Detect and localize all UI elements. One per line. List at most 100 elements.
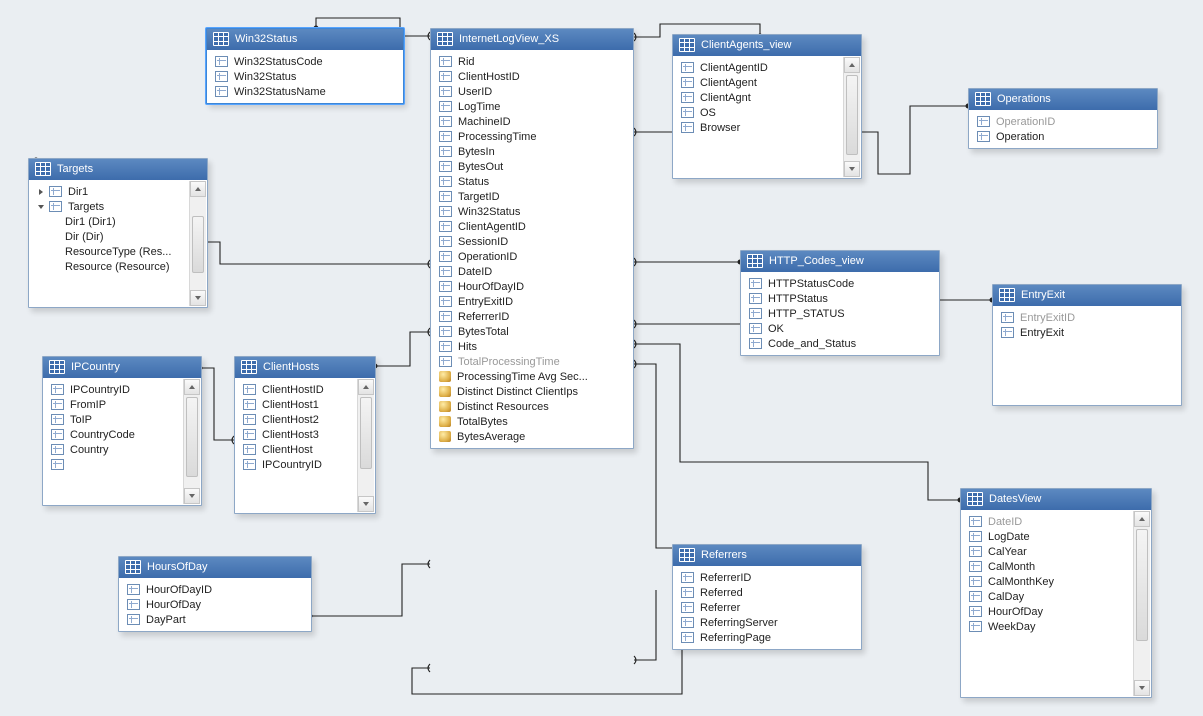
tree-item[interactable]: Dir1 [31, 184, 189, 199]
column-item[interactable]: OK [743, 321, 937, 336]
table-httpcodes[interactable]: HTTP_Codes_view HTTPStatusCodeHTTPStatus… [740, 250, 940, 356]
scrollbar[interactable] [357, 379, 374, 512]
table-clientagents[interactable]: ClientAgents_view ClientAgentIDClientAge… [672, 34, 862, 179]
column-item[interactable]: HTTPStatusCode [743, 276, 937, 291]
scroll-up-button[interactable] [358, 379, 374, 395]
column-item[interactable]: Hits [433, 339, 631, 354]
scroll-thumb[interactable] [192, 216, 204, 273]
scrollbar[interactable] [1133, 511, 1150, 696]
column-item[interactable]: OS [675, 105, 843, 120]
scroll-thumb[interactable] [846, 75, 858, 155]
column-item[interactable]: ClientHost1 [237, 397, 357, 412]
table-header[interactable]: Referrers [673, 545, 861, 566]
column-item[interactable]: LogDate [963, 529, 1133, 544]
table-header[interactable]: HTTP_Codes_view [741, 251, 939, 272]
column-item[interactable]: CountryCode [45, 427, 183, 442]
column-item[interactable]: ClientHostID [433, 69, 631, 84]
column-item[interactable]: ClientAgentID [675, 60, 843, 75]
table-header[interactable]: HoursOfDay [119, 557, 311, 578]
tree-item[interactable]: Resource (Resource) [31, 259, 189, 274]
tree-item[interactable]: Dir1 (Dir1) [31, 214, 189, 229]
column-item[interactable]: CalDay [963, 589, 1133, 604]
column-item[interactable]: Win32StatusName [209, 84, 401, 99]
column-item[interactable]: DateID [963, 514, 1133, 529]
column-item[interactable]: BytesTotal [433, 324, 631, 339]
tree-item[interactable]: Targets [31, 199, 189, 214]
column-item[interactable]: Rid [433, 54, 631, 69]
column-item[interactable]: HourOfDayID [121, 582, 309, 597]
column-item[interactable]: BytesOut [433, 159, 631, 174]
column-item[interactable]: HourOfDay [963, 604, 1133, 619]
tree-item[interactable]: ResourceType (Res... [31, 244, 189, 259]
table-header[interactable]: Targets [29, 159, 207, 180]
scrollbar[interactable] [843, 57, 860, 177]
column-item[interactable]: CalMonthKey [963, 574, 1133, 589]
column-item[interactable]: Code_and_Status [743, 336, 937, 351]
column-item[interactable]: ReferrerID [433, 309, 631, 324]
table-header[interactable]: InternetLogView_XS [431, 29, 633, 50]
scroll-up-button[interactable] [844, 57, 860, 73]
table-header[interactable]: ClientHosts [235, 357, 375, 378]
scroll-down-button[interactable] [1134, 680, 1150, 696]
scroll-down-button[interactable] [358, 496, 374, 512]
column-item[interactable]: Distinct Resources [433, 399, 631, 414]
table-header[interactable]: IPCountry [43, 357, 201, 378]
scroll-down-button[interactable] [190, 290, 206, 306]
scroll-thumb[interactable] [360, 397, 372, 469]
scroll-up-button[interactable] [184, 379, 200, 395]
column-item[interactable]: HTTP_STATUS [743, 306, 937, 321]
table-ipcountry[interactable]: IPCountry IPCountryIDFromIPToIPCountryCo… [42, 356, 202, 506]
table-header[interactable]: ClientAgents_view [673, 35, 861, 56]
column-item[interactable]: TotalBytes [433, 414, 631, 429]
scrollbar[interactable] [189, 181, 206, 306]
table-entryexit[interactable]: EntryExit EntryExitIDEntryExit [992, 284, 1182, 406]
column-item[interactable] [45, 457, 183, 471]
column-item[interactable]: HourOfDayID [433, 279, 631, 294]
column-item[interactable]: ClientHost2 [237, 412, 357, 427]
column-item[interactable]: ClientAgnt [675, 90, 843, 105]
table-datesview[interactable]: DatesView DateIDLogDateCalYearCalMonthCa… [960, 488, 1152, 698]
column-item[interactable]: ClientAgent [675, 75, 843, 90]
table-hoursofday[interactable]: HoursOfDay HourOfDayIDHourOfDayDayPart [118, 556, 312, 632]
column-item[interactable]: Browser [675, 120, 843, 135]
table-operations[interactable]: Operations OperationIDOperation [968, 88, 1158, 149]
column-item[interactable]: Country [45, 442, 183, 457]
column-item[interactable]: Win32Status [433, 204, 631, 219]
table-header[interactable]: Operations [969, 89, 1157, 110]
column-item[interactable]: Referrer [675, 600, 859, 615]
scroll-up-button[interactable] [190, 181, 206, 197]
column-item[interactable]: CalYear [963, 544, 1133, 559]
scroll-down-button[interactable] [844, 161, 860, 177]
column-item[interactable]: ClientHost [237, 442, 357, 457]
tree-item[interactable]: Dir (Dir) [31, 229, 189, 244]
column-item[interactable]: HTTPStatus [743, 291, 937, 306]
column-item[interactable]: Distinct Distinct ClientIps [433, 384, 631, 399]
column-item[interactable]: Referred [675, 585, 859, 600]
column-item[interactable]: ClientHost3 [237, 427, 357, 442]
column-item[interactable]: LogTime [433, 99, 631, 114]
column-item[interactable]: TotalProcessingTime [433, 354, 631, 369]
column-item[interactable]: FromIP [45, 397, 183, 412]
tree-caret-icon[interactable] [38, 205, 44, 209]
column-item[interactable]: CalMonth [963, 559, 1133, 574]
table-header[interactable]: Win32Status [207, 29, 403, 50]
scroll-thumb[interactable] [186, 397, 198, 477]
column-item[interactable]: Operation [971, 129, 1155, 144]
scroll-up-button[interactable] [1134, 511, 1150, 527]
table-header[interactable]: EntryExit [993, 285, 1181, 306]
column-item[interactable]: BytesIn [433, 144, 631, 159]
table-win32status[interactable]: Win32Status Win32StatusCodeWin32StatusWi… [206, 28, 404, 104]
column-item[interactable]: IPCountryID [237, 457, 357, 472]
scroll-down-button[interactable] [184, 488, 200, 504]
column-item[interactable]: OperationID [433, 249, 631, 264]
column-item[interactable]: ToIP [45, 412, 183, 427]
column-item[interactable]: ProcessingTime [433, 129, 631, 144]
column-item[interactable]: Win32Status [209, 69, 401, 84]
column-item[interactable]: ClientAgentID [433, 219, 631, 234]
column-item[interactable]: Status [433, 174, 631, 189]
column-item[interactable]: DayPart [121, 612, 309, 627]
column-item[interactable]: HourOfDay [121, 597, 309, 612]
column-item[interactable]: ReferringServer [675, 615, 859, 630]
table-referrers[interactable]: Referrers ReferrerIDReferredReferrerRefe… [672, 544, 862, 650]
column-item[interactable]: MachineID [433, 114, 631, 129]
